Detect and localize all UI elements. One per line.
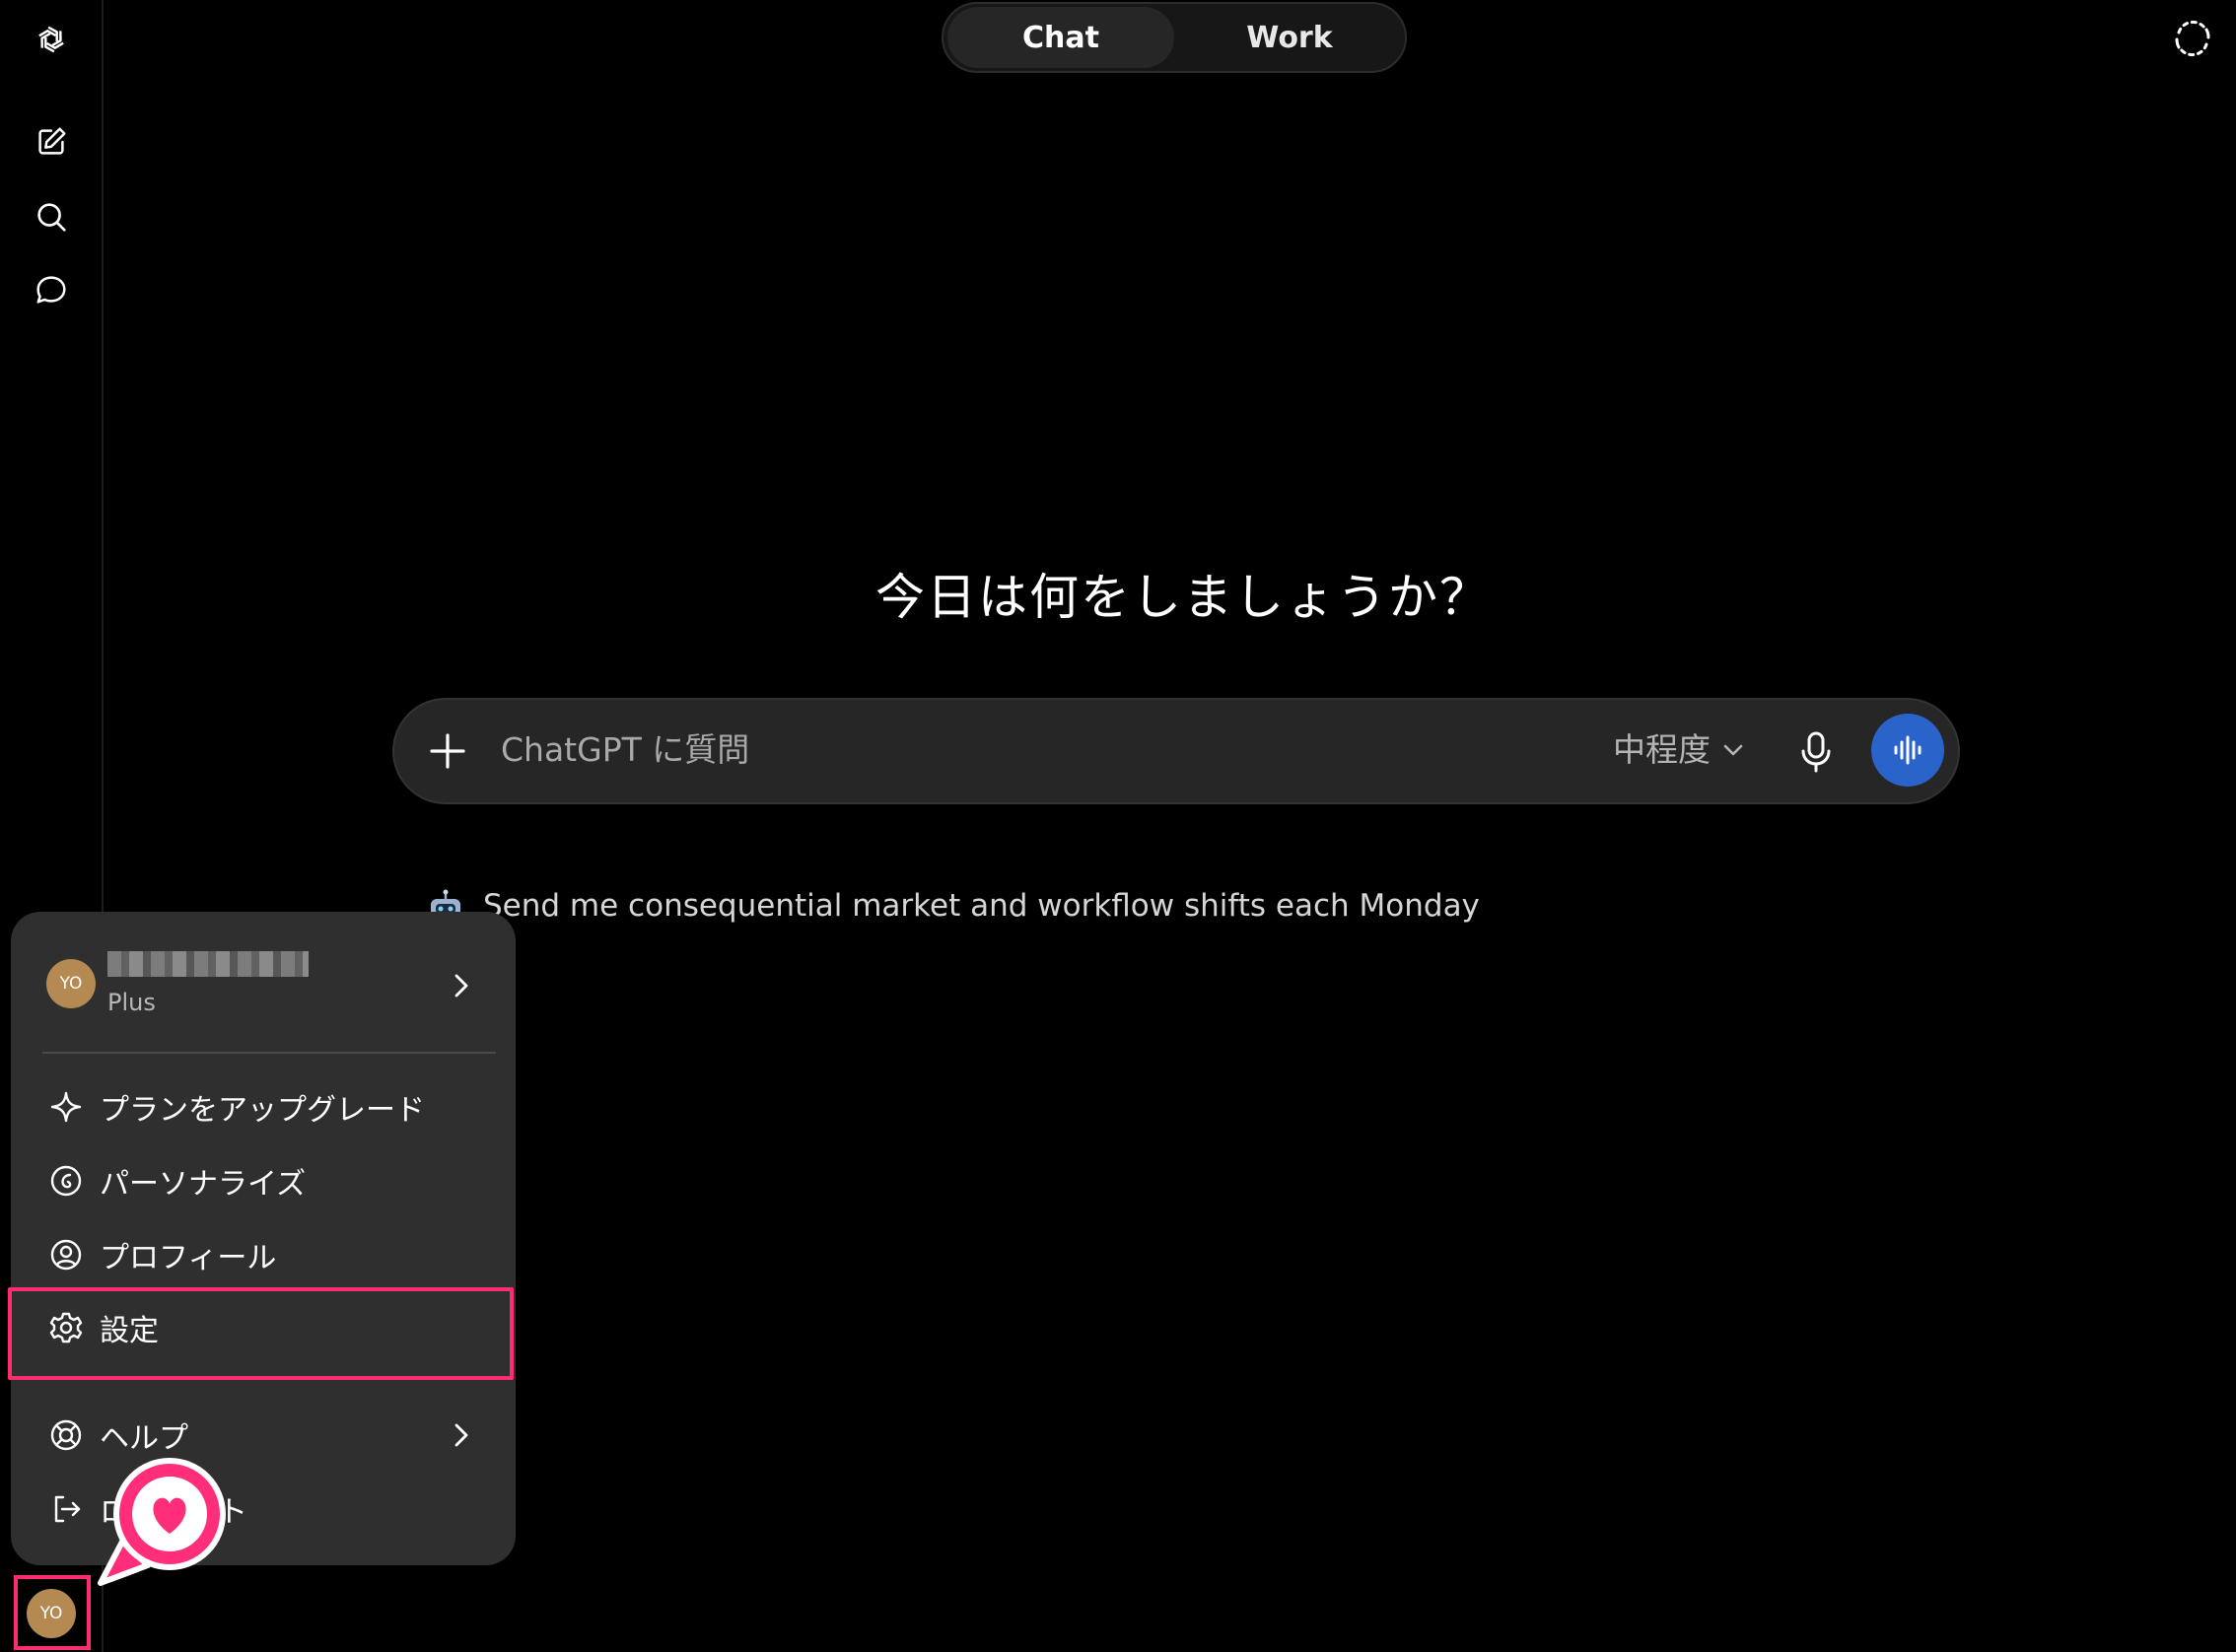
chevron-right-icon[interactable]: [451, 1420, 472, 1450]
account-name-redacted: [107, 951, 309, 977]
avatar-highlight-box: [14, 1575, 91, 1650]
menu-item-help[interactable]: ヘルプ: [48, 1410, 188, 1461]
tab-work[interactable]: Work: [1176, 7, 1403, 68]
chat-bubble-icon[interactable]: [26, 264, 77, 315]
account-plan: Plus: [107, 989, 156, 1016]
sparkle-icon: [50, 1091, 82, 1123]
suggestion-text: Send me consequential market and workflo…: [483, 888, 1480, 924]
profile-icon: [50, 1239, 82, 1271]
settings-highlight-box: [8, 1287, 514, 1380]
menu-item-label: ヘルプ: [100, 1421, 188, 1456]
new-chat-icon[interactable]: [26, 116, 77, 168]
add-attachment-icon[interactable]: [424, 727, 471, 775]
menu-item-upgrade[interactable]: プランをアップグレード: [48, 1081, 425, 1133]
waveform-icon: [1894, 735, 1922, 765]
menu-item-label: プロフィール: [100, 1241, 277, 1275]
tab-chat[interactable]: Chat: [947, 7, 1174, 68]
heart-pointer-sticker: [98, 1458, 226, 1586]
composer: ChatGPT に質問 中程度: [392, 698, 1960, 804]
menu-item-label: プランをアップグレード: [100, 1093, 425, 1128]
page-title: 今日は何をしましょうか？: [875, 569, 1491, 626]
logout-icon: [54, 1495, 81, 1523]
help-lifebuoy-icon: [50, 1419, 82, 1451]
effort-dropdown[interactable]: 中程度: [1613, 725, 1746, 775]
avatar: YO: [46, 959, 96, 1008]
menu-item-label: パーソナライズ: [100, 1167, 307, 1202]
chevron-right-icon[interactable]: [451, 971, 472, 1000]
divider: [42, 1052, 496, 1054]
microphone-icon[interactable]: [1794, 727, 1838, 775]
temporary-chat-icon[interactable]: [2169, 18, 2216, 59]
personalize-icon: [50, 1165, 82, 1197]
openai-logo-icon[interactable]: [26, 14, 77, 65]
search-icon[interactable]: [26, 191, 77, 242]
chevron-down-icon: [1723, 744, 1743, 756]
voice-mode-button[interactable]: [1871, 714, 1944, 787]
prompt-input[interactable]: ChatGPT に質問: [501, 725, 749, 775]
mode-toggle: Chat Work: [942, 2, 1407, 73]
account-menu: YO Plus プランをアップグレード パーソナライズ プロフィール 設定 ヘル…: [11, 912, 516, 1565]
suggestion-chip[interactable]: Send me consequential market and workflo…: [426, 883, 1480, 929]
menu-item-personalize[interactable]: パーソナライズ: [48, 1155, 306, 1206]
effort-label: 中程度: [1613, 730, 1711, 769]
menu-item-profile[interactable]: プロフィール: [48, 1229, 276, 1280]
